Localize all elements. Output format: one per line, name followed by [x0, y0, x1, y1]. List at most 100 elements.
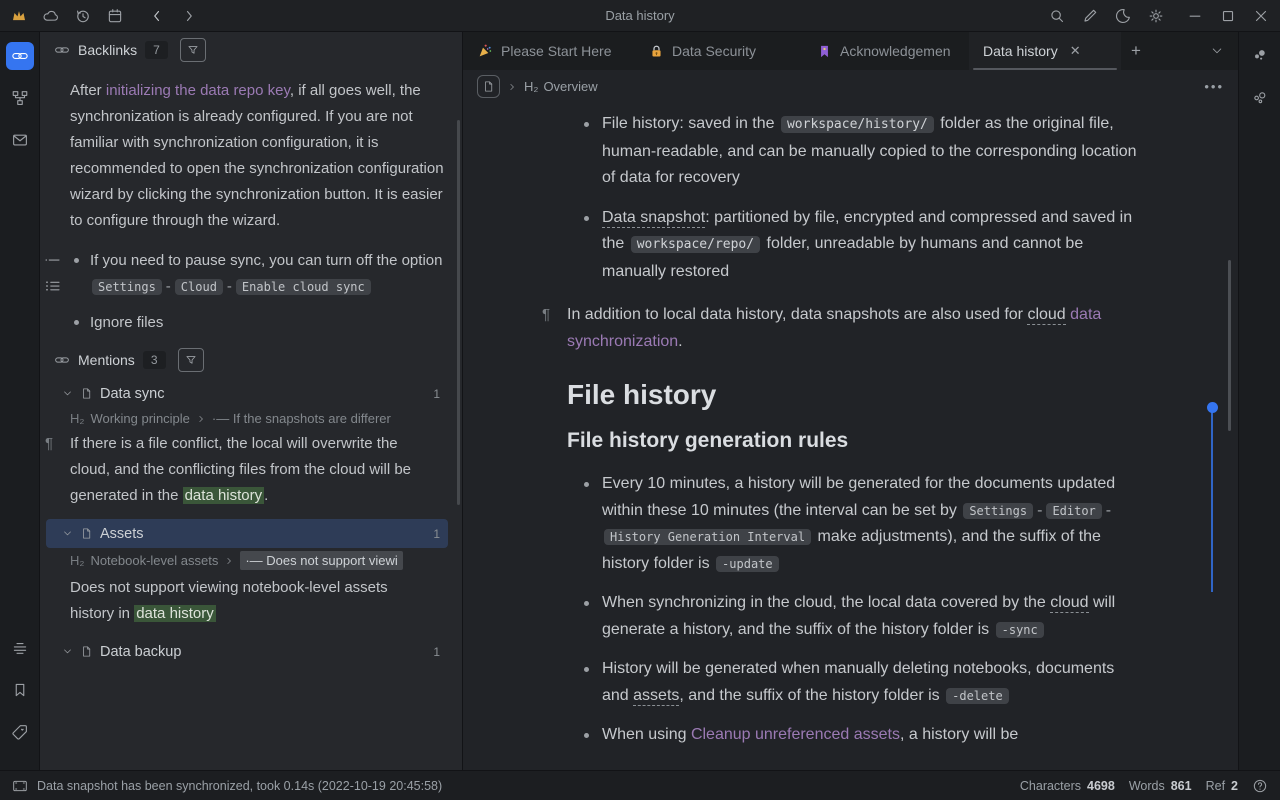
backlink-paragraph[interactable]: After initializing the data repo key, if… — [70, 78, 444, 234]
titlebar[interactable]: Data history — [0, 0, 1280, 32]
left-panel-scrollbar[interactable] — [457, 120, 460, 505]
chevron-right-icon — [196, 414, 206, 424]
cloud-sync-icon[interactable] — [42, 7, 60, 25]
breadcrumb-title[interactable]: Overview — [543, 79, 597, 94]
global-graph-icon — [1251, 89, 1269, 107]
dock-backlinks-button[interactable] — [6, 42, 34, 70]
list-item-data-snapshot[interactable]: Data snapshot: partitioned by file, encr… — [567, 205, 1142, 286]
search-icon[interactable] — [1048, 7, 1066, 25]
dash-gutter-icon[interactable] — [44, 250, 64, 276]
separator: - — [166, 278, 171, 295]
document-icon — [80, 387, 93, 400]
go-forward-icon[interactable] — [180, 7, 198, 25]
list-gutter-icon[interactable] — [44, 276, 64, 302]
paragraph-gutter-icon[interactable]: ¶ — [542, 302, 550, 329]
mention-chain-icon — [54, 352, 70, 368]
crumb-leaf: ·— If the snapshots are differer — [212, 411, 391, 426]
crown-icon[interactable] — [10, 7, 28, 25]
editor-area: Please Start Here Data Security Acknowle… — [462, 32, 1238, 770]
dock-tag-button[interactable] — [6, 718, 34, 746]
bullet-marker — [567, 471, 602, 577]
minimize-icon[interactable] — [1186, 7, 1204, 25]
maximize-icon[interactable] — [1219, 7, 1237, 25]
close-icon[interactable] — [1252, 7, 1270, 25]
mention-doc-row-data-sync[interactable]: Data sync 1 — [46, 379, 448, 408]
new-tab-button[interactable]: + — [1121, 41, 1151, 61]
dock-inbox-button[interactable] — [6, 126, 34, 154]
chevron-right-icon — [507, 82, 517, 92]
mention-paragraph[interactable]: ¶If there is a file conflict, the local … — [70, 431, 436, 509]
status-message-group: Data snapshot has been synchronized, too… — [12, 779, 442, 793]
theme-moon-icon[interactable] — [1114, 7, 1132, 25]
mentions-title: Mentions — [78, 352, 135, 368]
kbd-delete-suffix: -delete — [946, 688, 1009, 704]
list-item-cloud-sync-history[interactable]: When synchronizing in the cloud, the loc… — [567, 590, 1142, 643]
backlink-list-item[interactable]: Ignore files — [70, 310, 444, 336]
dock-bookmark-button[interactable] — [6, 676, 34, 704]
paragraph-gutter-icon[interactable]: ¶ — [45, 431, 53, 457]
virtual-ref[interactable]: assets — [633, 687, 679, 706]
text: , and the suffix of the history folder i… — [679, 687, 944, 704]
list-item-file-history[interactable]: File history: saved in the workspace/his… — [567, 111, 1142, 192]
org-graph-icon — [11, 89, 29, 107]
tab-acknowledgements[interactable]: Acknowledgemen — [803, 32, 969, 70]
left-dock-bottom — [6, 634, 34, 760]
dock-graph-view-button[interactable] — [1246, 42, 1274, 70]
bullet-marker — [567, 722, 602, 749]
tab-please-start-here[interactable]: Please Start Here — [463, 32, 635, 70]
tab-data-history[interactable]: Data history ✕ — [969, 32, 1121, 70]
list-item-cleanup-assets[interactable]: When using Cleanup unreferenced assets, … — [567, 722, 1142, 749]
mention-doc-row-assets[interactable]: Assets 1 — [46, 519, 448, 548]
more-options-icon[interactable]: ••• — [1204, 79, 1224, 94]
titlebar-right-buttons — [1048, 7, 1270, 25]
doc-count: 1 — [433, 527, 440, 541]
chevron-down-icon[interactable] — [62, 528, 73, 539]
mention-doc-row-data-backup[interactable]: Data backup 1 — [46, 637, 448, 666]
dock-graph-button[interactable] — [6, 84, 34, 112]
chevron-down-icon[interactable] — [62, 388, 73, 399]
backlink-chain-icon — [11, 47, 29, 65]
virtual-ref[interactable]: cloud — [1050, 594, 1088, 613]
doc-icon-button[interactable] — [477, 75, 500, 98]
tab-bar: Please Start Here Data Security Acknowle… — [463, 32, 1238, 70]
mention-breadcrumb[interactable]: H₂ Working principle ·— If the snapshots… — [70, 411, 440, 426]
tab-close-icon[interactable]: ✕ — [1070, 43, 1081, 59]
block-ref-link[interactable]: initializing the data repo key — [106, 82, 290, 99]
dock-outline-button[interactable] — [6, 634, 34, 662]
daily-note-icon[interactable] — [106, 7, 124, 25]
heading-generation-rules[interactable]: File history generation rules — [567, 427, 1142, 455]
graph-filled-icon — [1251, 47, 1269, 65]
virtual-ref[interactable]: cloud — [1027, 306, 1065, 325]
tab-data-security[interactable]: Data Security — [635, 32, 803, 70]
document-text-column: File history: saved in the workspace/his… — [567, 111, 1142, 749]
dock-global-graph-button[interactable] — [1246, 84, 1274, 112]
mentions-filter-button[interactable] — [178, 348, 204, 372]
virtual-ref[interactable]: Data snapshot — [602, 209, 705, 228]
filter-funnel-icon — [186, 43, 200, 57]
tag-icon — [11, 723, 29, 741]
backlinks-filter-button[interactable] — [180, 38, 206, 62]
block-ref-link[interactable]: Cleanup unreferenced assets — [691, 726, 900, 743]
tab-list-chevron-icon[interactable] — [1210, 44, 1224, 58]
paragraph-cloud-sync[interactable]: ¶In addition to local data history, data… — [567, 302, 1142, 355]
settings-gear-icon[interactable] — [1147, 7, 1165, 25]
editor-scrollbar[interactable] — [1228, 260, 1231, 431]
chevron-down-icon[interactable] — [62, 646, 73, 657]
list-item-every-10-minutes[interactable]: Every 10 minutes, a history will be gene… — [567, 471, 1142, 577]
snapshot-window-icon — [12, 779, 28, 793]
help-icon[interactable] — [1252, 778, 1268, 794]
heading-file-history[interactable]: File history — [567, 377, 1142, 413]
backlink-list-item[interactable]: If you need to pause sync, you can turn … — [70, 248, 444, 300]
mention-paragraph[interactable]: Does not support viewing notebook-level … — [70, 575, 436, 627]
edit-pencil-icon[interactable] — [1081, 7, 1099, 25]
data-history-icon[interactable] — [74, 7, 92, 25]
go-back-icon[interactable] — [148, 7, 166, 25]
text: , if all goes well, the synchronization … — [70, 82, 444, 229]
mention-breadcrumb[interactable]: H₂ Notebook-level assets ·— Does not sup… — [70, 551, 440, 570]
list-item-delete-history[interactable]: History will be generated when manually … — [567, 656, 1142, 709]
words-label: Words — [1129, 779, 1165, 793]
document-content[interactable]: File history: saved in the workspace/his… — [463, 103, 1238, 770]
words-value: 861 — [1171, 779, 1192, 793]
backlinks-title: Backlinks — [78, 42, 137, 58]
bookmark-ribbon-icon — [817, 44, 832, 59]
